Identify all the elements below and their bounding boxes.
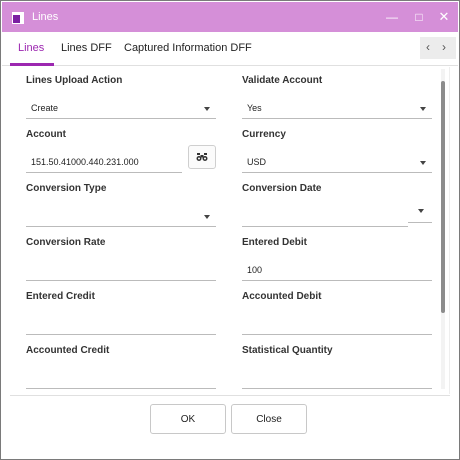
currency-select[interactable]: USD	[242, 151, 432, 173]
tab-captured-information-dff[interactable]: Captured Information DFF	[124, 42, 252, 54]
account-input[interactable]: 151.50.41000.440.231.000	[26, 151, 182, 173]
lines-upload-action-select[interactable]: Create	[26, 97, 216, 119]
form-content: Lines Upload Action Create Validate Acco…	[10, 67, 450, 394]
minimize-icon[interactable]: —	[382, 8, 402, 26]
entered-debit-input[interactable]: 100	[242, 259, 432, 281]
conversion-date-label: Conversion Date	[242, 183, 322, 194]
tab-lines[interactable]: Lines	[18, 42, 44, 54]
dropdown-arrow-icon	[204, 215, 210, 219]
entered-credit-label: Entered Credit	[26, 291, 95, 302]
title-bar[interactable]: Lines — □ ✕	[2, 2, 458, 32]
accounted-credit-input[interactable]	[26, 367, 216, 389]
conversion-date-picker-button[interactable]	[408, 199, 432, 223]
dropdown-arrow-icon	[418, 209, 424, 213]
statistical-quantity-input[interactable]	[242, 367, 432, 389]
conversion-rate-input[interactable]	[26, 259, 216, 281]
account-lookup-button[interactable]	[188, 145, 216, 169]
account-label: Account	[26, 129, 66, 140]
conversion-date-input[interactable]	[242, 205, 408, 227]
account-value: 151.50.41000.440.231.000	[31, 157, 139, 167]
validate-account-select[interactable]: Yes	[242, 97, 432, 119]
close-icon[interactable]: ✕	[434, 8, 454, 26]
chevron-left-icon[interactable]: ‹	[426, 40, 430, 54]
accounted-debit-label: Accounted Debit	[242, 291, 322, 302]
entered-debit-value: 100	[247, 265, 263, 275]
chevron-right-icon[interactable]: ›	[442, 40, 446, 54]
binoculars-icon	[196, 153, 208, 161]
entered-credit-input[interactable]	[26, 313, 216, 335]
window-title: Lines	[32, 11, 59, 23]
active-tab-indicator	[10, 63, 54, 66]
tab-scroll-buttons: ‹ ›	[420, 37, 456, 59]
currency-value: USD	[247, 157, 267, 167]
validate-account-value: Yes	[247, 103, 262, 113]
scrollbar-thumb[interactable]	[441, 81, 445, 313]
entered-debit-label: Entered Debit	[242, 237, 308, 248]
accounted-credit-label: Accounted Credit	[26, 345, 110, 356]
lines-upload-action-value: Create	[31, 103, 59, 113]
currency-label: Currency	[242, 129, 286, 140]
ok-button[interactable]: OK	[150, 404, 226, 434]
lines-dialog: Lines — □ ✕ Lines Lines DFF Captured Inf…	[0, 0, 460, 460]
tab-bar: Lines Lines DFF Captured Information DFF…	[2, 32, 458, 66]
conversion-type-label: Conversion Type	[26, 183, 107, 194]
app-icon	[12, 12, 24, 24]
dialog-footer: OK Close	[10, 395, 450, 441]
dropdown-arrow-icon	[420, 161, 426, 165]
maximize-icon[interactable]: □	[409, 8, 429, 26]
close-button[interactable]: Close	[231, 404, 307, 434]
conversion-type-select[interactable]	[26, 205, 216, 227]
validate-account-label: Validate Account	[242, 75, 323, 86]
accounted-debit-input[interactable]	[242, 313, 432, 335]
lines-upload-action-label: Lines Upload Action	[26, 75, 123, 86]
tab-lines-dff[interactable]: Lines DFF	[61, 42, 112, 54]
statistical-quantity-label: Statistical Quantity	[242, 345, 333, 356]
conversion-rate-label: Conversion Rate	[26, 237, 106, 248]
dropdown-arrow-icon	[420, 107, 426, 111]
dropdown-arrow-icon	[204, 107, 210, 111]
